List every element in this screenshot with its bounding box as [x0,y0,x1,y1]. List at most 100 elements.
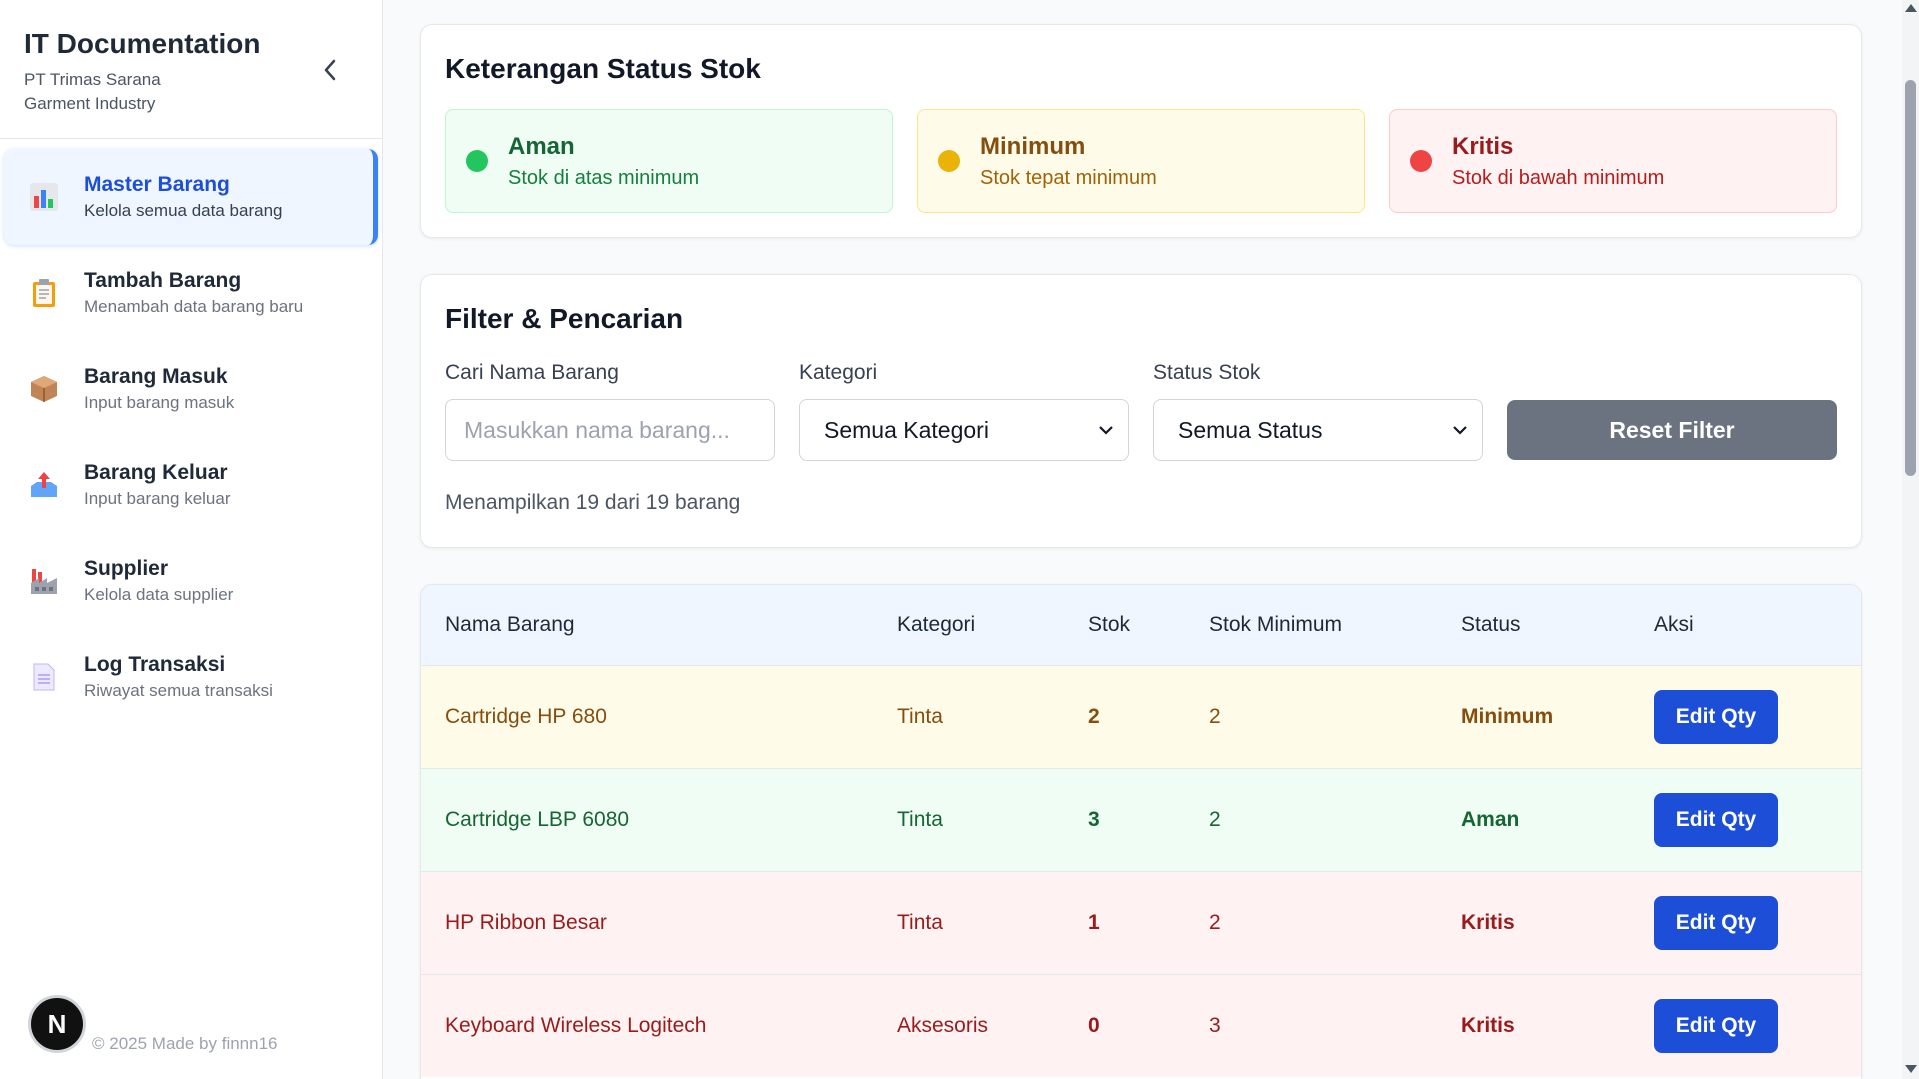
legend-desc: Stok di atas minimum [508,166,700,189]
cell-stok-min: 2 [1209,910,1221,934]
kategori-select[interactable]: Semua Kategori [799,399,1129,461]
dev-tools-badge[interactable]: N [28,995,86,1053]
legend-name: Kritis [1452,132,1514,160]
factory-icon [28,565,60,597]
table-row: HP Ribbon Besar Tinta 1 2 Kritis Edit Qt… [421,871,1861,974]
column-header[interactable]: Kategori [873,585,1064,665]
edit-qty-button[interactable]: Edit Qty [1654,689,1778,744]
cell-status: Minimum [1461,704,1554,728]
sidebar: IT Documentation PT Trimas Sarana Garmen… [0,0,383,1079]
scroll-down-arrow-icon[interactable] [1905,1065,1917,1073]
sidebar-item-label: Barang Masuk [84,365,228,388]
sidebar-item-barang-masuk[interactable]: Barang Masuk Input barang masuk [0,341,378,437]
sidebar-item-barang-keluar[interactable]: Barang Keluar Input barang keluar [0,437,378,533]
legend-title: Keterangan Status Stok [445,53,761,84]
cell-kategori: Tinta [897,807,943,831]
cell-stok: 1 [1088,910,1100,934]
status-select-value: Semua Status [1178,416,1323,443]
sidebar-nav: Master Barang Kelola semua data barang T… [0,139,382,725]
cell-nama: Cartridge HP 680 [445,704,607,728]
cell-aksi: Edit Qty [1630,665,1861,768]
sidebar-item-label: Supplier [84,557,169,580]
legend-kritis: Kritis Stok di bawah minimum [1389,109,1837,213]
legend-name: Aman [508,132,575,160]
status-dot-red [1410,150,1432,172]
status-label: Status Stok [1153,361,1261,384]
sidebar-item-master-barang[interactable]: Master Barang Kelola semua data barang [4,149,378,245]
column-header: Aksi [1654,612,1694,636]
cell-status: Aman [1461,807,1520,831]
kategori-label: Kategori [799,361,878,384]
legend-name: Minimum [980,132,1086,160]
status-field: Status Stok Semua Status [1153,361,1483,461]
sidebar-item-desc: Riwayat semua transaksi [84,681,273,700]
chevron-down-icon [1099,426,1113,435]
column-header[interactable]: Status [1437,585,1630,665]
app-title: IT Documentation [24,28,261,59]
sidebar-item-desc: Kelola semua data barang [84,201,283,220]
outbox-tray-icon [28,469,60,501]
edit-qty-button[interactable]: Edit Qty [1654,792,1778,847]
sidebar-item-label: Master Barang [84,173,230,196]
result-count: Menampilkan 19 dari 19 barang [445,491,741,514]
sidebar-item-log-transaksi[interactable]: Log Transaksi Riwayat semua transaksi [0,629,378,725]
cell-stok-min: 2 [1209,704,1221,728]
search-field: Cari Nama Barang [445,361,775,461]
kategori-select-value: Semua Kategori [824,416,989,443]
column-header[interactable]: Stok [1064,585,1185,665]
cell-nama: Keyboard Wireless Logitech [445,1013,707,1037]
sidebar-item-supplier[interactable]: Supplier Kelola data supplier [0,533,378,629]
search-input[interactable] [445,399,775,461]
sidebar-item-label: Log Transaksi [84,653,226,676]
cell-stok: 0 [1088,1013,1100,1037]
scrollbar-thumb[interactable] [1905,80,1916,476]
table-row: Cartridge LBP 6080 Tinta 3 2 Aman Edit Q… [421,768,1861,871]
sidebar-item-label: Barang Keluar [84,461,228,484]
brand-header: IT Documentation PT Trimas Sarana Garmen… [0,0,382,139]
column-header[interactable]: Stok Minimum [1185,585,1437,665]
cell-stok: 3 [1088,807,1100,831]
company-name: PT Trimas Sarana Garment Industry [24,70,161,113]
kategori-field: Kategori Semua Kategori [799,361,1129,461]
cell-stok-min: 3 [1209,1013,1221,1037]
cell-status: Kritis [1461,1013,1515,1037]
clipboard-icon [28,277,60,309]
stock-status-legend: Keterangan Status Stok Aman Stok di atas… [420,24,1862,238]
cell-stok-min: 2 [1209,807,1221,831]
scroll-up-arrow-icon[interactable] [1905,4,1917,12]
page-scrollbar[interactable] [1902,0,1919,1079]
document-icon [28,661,60,693]
cell-nama: HP Ribbon Besar [445,910,607,934]
reset-filter-button[interactable]: Reset Filter [1507,400,1837,460]
edit-qty-button[interactable]: Edit Qty [1654,895,1778,950]
column-header[interactable]: Nama Barang [421,585,873,665]
footer-credit: © 2025 Made by finnn16 [92,1034,278,1053]
legend-aman: Aman Stok di atas minimum [445,109,893,213]
sidebar-item-desc: Kelola data supplier [84,585,234,604]
legend-desc: Stok di bawah minimum [1452,166,1665,189]
table-header-row: Nama Barang Kategori Stok Stok Minimum S… [421,585,1861,665]
search-label: Cari Nama Barang [445,361,619,384]
sidebar-item-tambah-barang[interactable]: Tambah Barang Menambah data barang baru [0,245,378,341]
sidebar-item-desc: Input barang keluar [84,489,231,508]
cell-kategori: Tinta [897,910,943,934]
chevron-left-icon [324,59,336,81]
cell-status: Kritis [1461,910,1515,934]
status-select[interactable]: Semua Status [1153,399,1483,461]
legend-desc: Stok tepat minimum [980,166,1157,189]
filter-section: Filter & Pencarian Cari Nama Barang Kate… [420,274,1862,548]
bar-chart-icon [28,181,60,213]
cell-kategori: Tinta [897,704,943,728]
sidebar-item-desc: Menambah data barang baru [84,297,304,316]
cell-stok: 2 [1088,704,1100,728]
cell-kategori: Aksesoris [897,1013,989,1037]
collapse-sidebar-button[interactable] [318,54,342,86]
sidebar-item-label: Tambah Barang [84,269,242,292]
status-dot-yellow [938,150,960,172]
legend-minimum: Minimum Stok tepat minimum [917,109,1365,213]
table-row: Keyboard Wireless Logitech Aksesoris 0 3… [421,974,1861,1077]
items-table-card: Nama Barang Kategori Stok Stok Minimum S… [420,584,1862,1079]
edit-qty-button[interactable]: Edit Qty [1654,998,1778,1053]
cell-aksi: Edit Qty [1630,974,1861,1077]
table-row: Cartridge HP 680 Tinta 2 2 Minimum Edit … [421,665,1861,768]
